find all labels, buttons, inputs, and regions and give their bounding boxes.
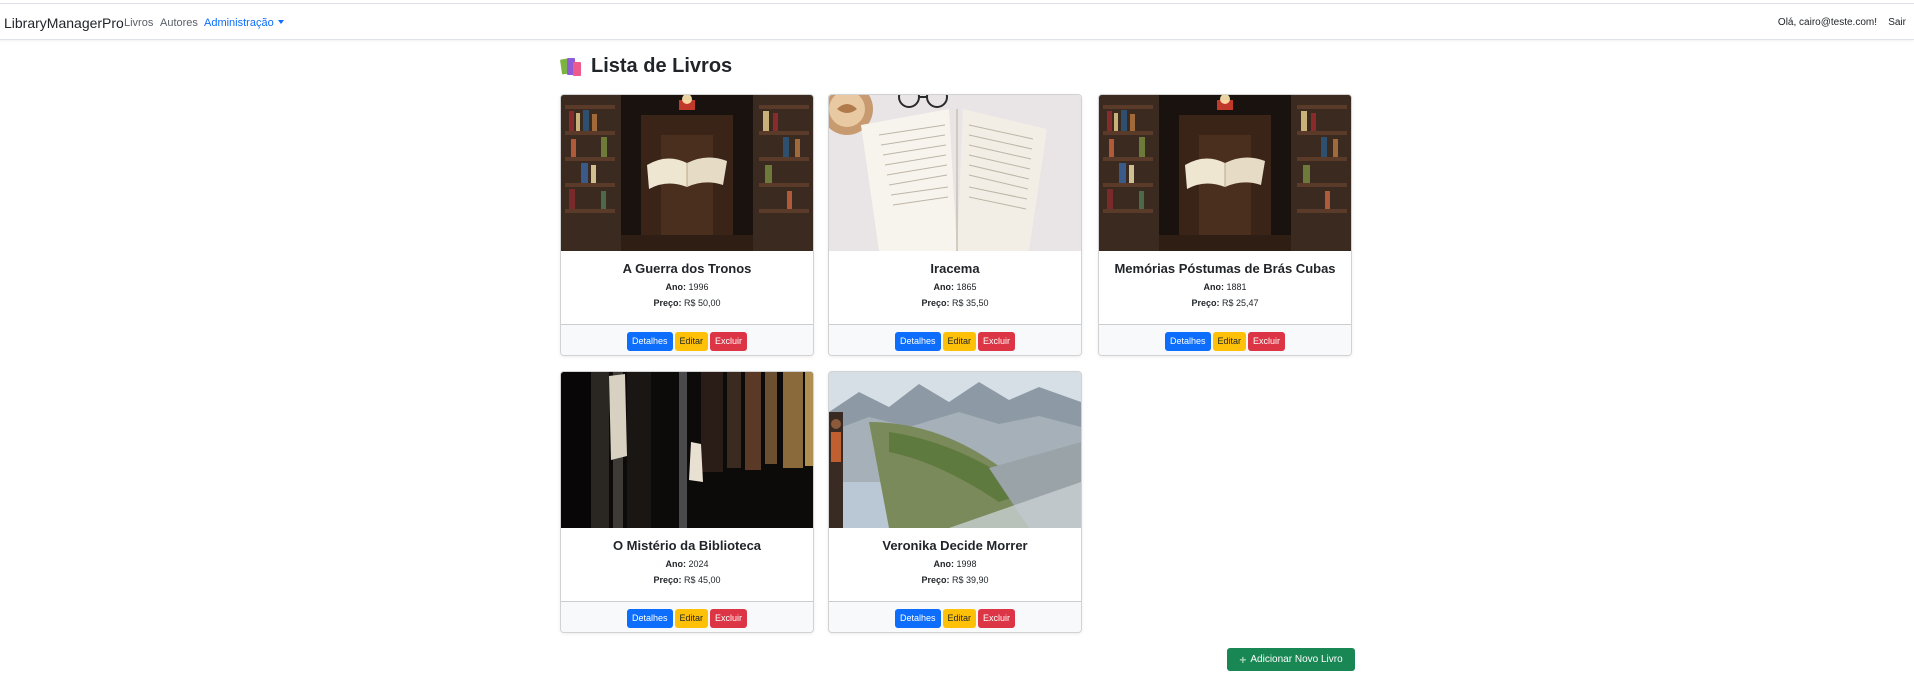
caret-down-icon <box>277 20 284 24</box>
card-actions: Detalhes Editar Excluir <box>1099 324 1351 355</box>
details-button[interactable]: Detalhes <box>894 332 941 351</box>
book-title: Iracema <box>930 261 980 276</box>
book-year: Ano: 2024 <box>665 559 709 569</box>
book-title: Veronika Decide Morrer <box>882 538 1028 553</box>
nav-dropdown-label: Administração <box>204 17 274 29</box>
book-year: Ano: 1996 <box>665 282 709 292</box>
edit-button[interactable]: Editar <box>674 332 709 351</box>
book-price: Preço: R$ 39,90 <box>921 575 989 585</box>
plus-icon: + <box>1239 652 1247 667</box>
page-title: Lista de Livros <box>591 55 733 77</box>
edit-button[interactable]: Editar <box>674 609 709 628</box>
book-price: Preço: R$ 50,00 <box>653 298 721 308</box>
book-price: Preço: R$ 25,47 <box>1191 298 1259 308</box>
card-actions: Detalhes Editar Excluir <box>561 601 813 632</box>
delete-button[interactable]: Excluir <box>978 609 1016 628</box>
details-button[interactable]: Detalhes <box>626 332 673 351</box>
book-card: A Guerra dos Tronos Ano: 1996 Preço: R$ … <box>560 94 814 356</box>
navbar: LibraryManagerPro Livros Autores Adminis… <box>0 3 1914 40</box>
page-header: Lista de Livros <box>559 55 733 78</box>
delete-button[interactable]: Excluir <box>1248 332 1286 351</box>
details-button[interactable]: Detalhes <box>626 609 673 628</box>
delete-button[interactable]: Excluir <box>978 332 1016 351</box>
logout-link[interactable]: Sair <box>1888 17 1906 28</box>
book-year: Ano: 1998 <box>933 559 977 569</box>
book-price: Preço: R$ 35,50 <box>921 298 989 308</box>
book-cover-image <box>561 372 813 528</box>
edit-button[interactable]: Editar <box>942 609 977 628</box>
book-year: Ano: 1865 <box>933 282 977 292</box>
delete-button[interactable]: Excluir <box>710 609 748 628</box>
add-book-button[interactable]: + Adicionar Novo Livro <box>1227 648 1355 671</box>
user-greeting: Olá, cairo@teste.com! <box>1777 17 1877 28</box>
book-cover-image <box>1099 95 1351 251</box>
add-book-label: Adicionar Novo Livro <box>1250 654 1343 665</box>
book-card: O Mistério da Biblioteca Ano: 2024 Preço… <box>560 371 814 633</box>
book-title: O Mistério da Biblioteca <box>612 538 762 553</box>
edit-button[interactable]: Editar <box>942 332 977 351</box>
edit-button[interactable]: Editar <box>1212 332 1247 351</box>
book-cover-image <box>829 372 1081 528</box>
details-button[interactable]: Detalhes <box>894 609 941 628</box>
delete-button[interactable]: Excluir <box>710 332 748 351</box>
book-card: Memórias Póstumas de Brás Cubas Ano: 188… <box>1098 94 1352 356</box>
book-cover-image <box>829 95 1081 251</box>
nav-link-autores[interactable]: Autores <box>160 17 198 29</box>
book-card: Veronika Decide Morrer Ano: 1998 Preço: … <box>828 371 1082 633</box>
details-button[interactable]: Detalhes <box>1164 332 1211 351</box>
nav-link-livros[interactable]: Livros <box>124 17 153 29</box>
book-year: Ano: 1881 <box>1203 282 1247 292</box>
nav-dropdown-administracao[interactable]: Administração <box>204 17 284 29</box>
card-actions: Detalhes Editar Excluir <box>561 324 813 355</box>
card-actions: Detalhes Editar Excluir <box>829 324 1081 355</box>
book-title: Memórias Póstumas de Brás Cubas <box>1114 261 1336 276</box>
book-cover-image <box>561 95 813 251</box>
brand-logo[interactable]: LibraryManagerPro <box>4 15 124 31</box>
book-title: A Guerra dos Tronos <box>622 261 752 276</box>
card-actions: Detalhes Editar Excluir <box>829 601 1081 632</box>
book-price: Preço: R$ 45,00 <box>653 575 721 585</box>
book-card: Iracema Ano: 1865 Preço: R$ 35,50 Detalh… <box>828 94 1082 356</box>
books-icon <box>559 57 583 77</box>
